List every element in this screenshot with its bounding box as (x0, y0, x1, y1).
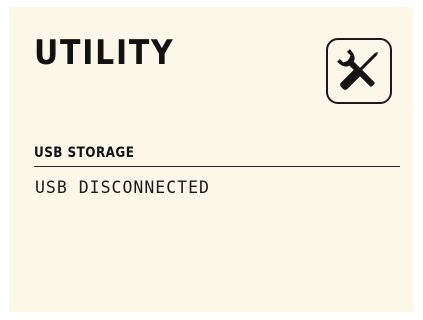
section-divider (34, 166, 400, 167)
utility-screen: UTILITY USB STORAGE USB DISCONNECTED (9, 7, 413, 312)
usb-status-text: USB DISCONNECTED (35, 178, 210, 197)
usb-storage-label: USB STORAGE (34, 145, 135, 161)
tools-icon (337, 49, 379, 90)
utility-tools-button[interactable] (326, 38, 392, 104)
page-title: UTILITY (34, 33, 175, 73)
